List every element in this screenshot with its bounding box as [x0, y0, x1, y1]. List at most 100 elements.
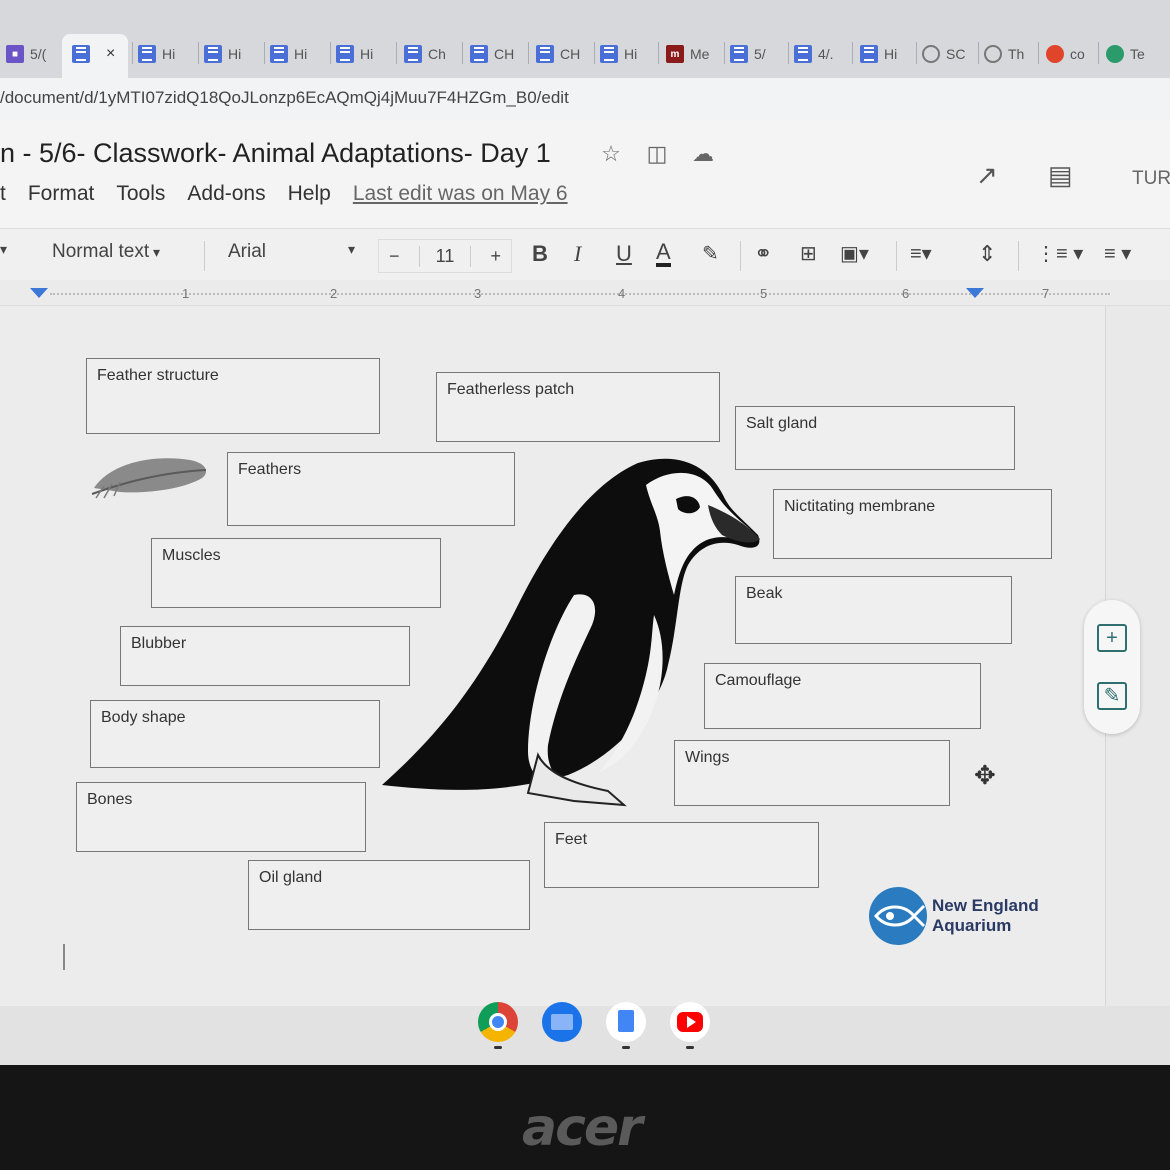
- label-box[interactable]: Bones: [76, 782, 366, 852]
- tab-doc[interactable]: Hi: [270, 40, 307, 68]
- font-select[interactable]: Arial: [228, 241, 266, 263]
- green-icon: [1106, 45, 1124, 63]
- menu-add-ons[interactable]: Add-ons: [187, 182, 265, 206]
- left-indent-marker[interactable]: [30, 288, 48, 298]
- label-box[interactable]: Body shape: [90, 700, 380, 768]
- align-left-icon[interactable]: ≡▾: [910, 241, 932, 266]
- text-color-button[interactable]: A: [656, 241, 671, 267]
- move-folder-icon[interactable]: ◫: [644, 142, 670, 166]
- doc-icon: [600, 45, 618, 63]
- label-box[interactable]: Camouflage: [704, 663, 981, 729]
- bold-button[interactable]: B: [532, 241, 548, 267]
- star-icon[interactable]: ☆: [598, 142, 624, 166]
- label-box[interactable]: Feather structure: [86, 358, 380, 434]
- tab-reddit[interactable]: co: [1046, 40, 1085, 68]
- doc-header: n - 5/6- Classwork- Animal Adaptations- …: [0, 120, 1170, 228]
- link-icon[interactable]: ⚭: [754, 241, 772, 267]
- decrease-font-button[interactable]: −: [389, 246, 400, 267]
- aquarium-logo-icon: [869, 887, 927, 945]
- doc-icon: [730, 45, 748, 63]
- tab-doc[interactable]: Hi: [336, 40, 373, 68]
- font-size-value[interactable]: 11: [418, 245, 472, 267]
- tab-strip: ■ 5/( × Hi Hi Hi Hi Ch CH CH Hi m Me 5/ 4…: [0, 0, 1170, 78]
- tab-site[interactable]: Th: [984, 40, 1024, 68]
- tab-doc[interactable]: CH: [536, 40, 580, 68]
- menu-bar: t Format Tools Add-ons Help Last edit wa…: [0, 182, 590, 206]
- activity-trend-icon[interactable]: ↗: [976, 160, 998, 191]
- tab-active-doc[interactable]: ×: [72, 40, 115, 68]
- ruler-tick: 7: [1042, 286, 1050, 301]
- title-icons: ☆ ◫ ☁: [598, 142, 716, 166]
- label-box[interactable]: Beak: [735, 576, 1012, 644]
- label-box[interactable]: Oil gland: [248, 860, 530, 930]
- tab-doc[interactable]: Hi: [860, 40, 897, 68]
- label-box[interactable]: Feet: [544, 822, 819, 888]
- label-box[interactable]: Blubber: [120, 626, 410, 686]
- tab-doc[interactable]: Ch: [404, 40, 446, 68]
- add-comment-icon[interactable]: +: [1097, 624, 1127, 652]
- chevron-down-icon[interactable]: ▾: [348, 241, 355, 258]
- paragraph-style-select[interactable]: Normal text: [52, 241, 160, 263]
- label-box[interactable]: Feathers: [227, 452, 515, 526]
- font-size-stepper[interactable]: − 11 +: [378, 239, 512, 273]
- chrome-icon[interactable]: [478, 1002, 518, 1042]
- cloud-status-icon[interactable]: ☁: [690, 142, 716, 166]
- doc-icon: [860, 45, 878, 63]
- italic-button[interactable]: I: [574, 241, 581, 267]
- add-comment-icon[interactable]: ⊞: [800, 241, 817, 266]
- right-indent-marker[interactable]: [966, 288, 984, 298]
- insert-image-icon[interactable]: ▣▾: [840, 241, 869, 266]
- youtube-icon[interactable]: [670, 1002, 710, 1042]
- label-box[interactable]: Salt gland: [735, 406, 1015, 470]
- tab-doc[interactable]: CH: [470, 40, 514, 68]
- line-spacing-icon[interactable]: ⇕: [978, 241, 996, 267]
- doc-icon: [536, 45, 554, 63]
- tab-meet[interactable]: m Me: [666, 40, 709, 68]
- files-icon[interactable]: [542, 1002, 582, 1042]
- meet-icon: m: [666, 45, 684, 63]
- tab-classroom[interactable]: ■ 5/(: [6, 40, 46, 68]
- ruler: 1 2 3 4 5 6 7: [0, 280, 1170, 306]
- bulleted-list-icon[interactable]: ≡ ▾: [1104, 241, 1131, 266]
- ruler-tick: 5: [760, 286, 768, 301]
- document-title[interactable]: n - 5/6- Classwork- Animal Adaptations- …: [0, 138, 551, 169]
- laptop-brand-logo: acer: [522, 1098, 643, 1158]
- ruler-tick: 2: [330, 286, 338, 301]
- close-icon[interactable]: ×: [106, 45, 115, 63]
- os-shelf: [0, 1006, 1170, 1065]
- label-box[interactable]: Muscles: [151, 538, 441, 608]
- tab-site[interactable]: SC: [922, 40, 965, 68]
- menu-help[interactable]: Help: [288, 182, 331, 206]
- menu-format[interactable]: Format: [28, 182, 95, 206]
- label-box[interactable]: Featherless patch: [436, 372, 720, 442]
- feather-image: [91, 458, 207, 499]
- comments-icon[interactable]: ▤: [1048, 160, 1073, 191]
- reddit-icon: [1046, 45, 1064, 63]
- label-box[interactable]: Nictitating membrane: [773, 489, 1052, 559]
- turn-in-button[interactable]: TUR: [1132, 168, 1170, 190]
- tab-doc[interactable]: Hi: [600, 40, 637, 68]
- classroom-icon: ■: [6, 45, 24, 63]
- numbered-list-icon[interactable]: ⋮≡ ▾: [1036, 241, 1083, 266]
- address-bar[interactable]: /document/d/1yMTI07zidQ18QoJLonzp6EcAQmQ…: [0, 78, 1170, 120]
- label-box[interactable]: Wings: [674, 740, 950, 806]
- tab-site[interactable]: Te: [1106, 40, 1145, 68]
- tab-doc[interactable]: 4/.: [794, 40, 834, 68]
- doc-icon: [404, 45, 422, 63]
- tab-doc[interactable]: 5/: [730, 40, 766, 68]
- tab-doc[interactable]: Hi: [138, 40, 175, 68]
- underline-button[interactable]: U: [616, 241, 632, 267]
- tab-doc[interactable]: Hi: [204, 40, 241, 68]
- last-edit-link[interactable]: Last edit was on May 6: [353, 182, 568, 206]
- menu-insert[interactable]: t: [0, 182, 6, 206]
- increase-font-button[interactable]: +: [490, 246, 501, 267]
- menu-tools[interactable]: Tools: [116, 182, 165, 206]
- side-action-panel: + ✎: [1084, 600, 1140, 734]
- highlight-pen-icon[interactable]: ✎: [702, 241, 719, 266]
- suggest-edit-icon[interactable]: ✎: [1097, 682, 1127, 710]
- url-text[interactable]: /document/d/1yMTI07zidQ18QoJLonzp6EcAQmQ…: [0, 88, 569, 108]
- circle-icon: [922, 45, 940, 63]
- chevron-down-icon[interactable]: ▾: [0, 241, 7, 258]
- docs-icon[interactable]: [606, 1002, 646, 1042]
- screen: ■ 5/( × Hi Hi Hi Hi Ch CH CH Hi m Me 5/ 4…: [0, 0, 1170, 1065]
